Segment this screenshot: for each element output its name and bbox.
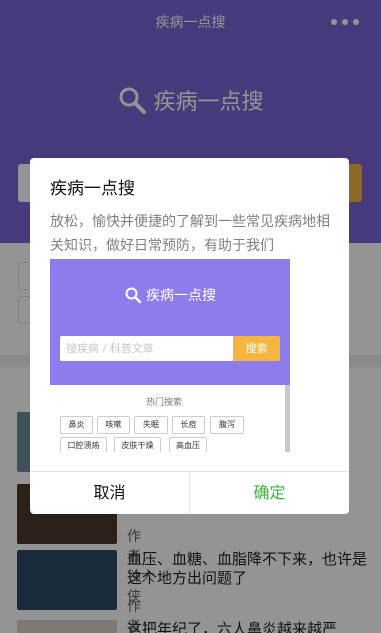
preview-tag: 咳嗽 <box>97 416 130 434</box>
preview-brand-text: 疾病一点搜 <box>146 288 216 304</box>
confirm-button[interactable]: 确定 <box>190 472 349 514</box>
preview-scrollbar <box>285 385 290 452</box>
preview-tag: 鼻炎 <box>60 416 93 434</box>
search-icon <box>125 287 142 304</box>
preview-tag: 皮肤干燥 <box>114 437 161 452</box>
preview-tag: 腹泻 <box>210 416 244 434</box>
modal-description: 放松，愉快并便捷的了解到一些常见疾病地相关知识，做好日常预防，有助于我们 <box>50 214 330 254</box>
preview-hero: 疾病一点搜 搜疾病 / 科普文章 搜索 <box>50 259 290 385</box>
app-preview-image: 疾病一点搜 搜疾病 / 科普文章 搜索 热门搜索 鼻炎 咳嗽 失眠 长痘 腹泻 … <box>50 259 290 452</box>
preview-brand: 疾病一点搜 <box>50 285 290 305</box>
preview-hot-title: 热门搜索 <box>145 398 182 408</box>
preview-tag: 口腔溃疡 <box>60 437 107 452</box>
preview-search-input: 搜疾病 / 科普文章 <box>60 336 233 361</box>
preview-tag: 高血压 <box>169 437 207 452</box>
share-modal: 疾病一点搜 放松，愉快并便捷的了解到一些常见疾病地相关知识，做好日常预防，有助于… <box>30 158 349 514</box>
modal-title: 疾病一点搜 <box>50 179 135 199</box>
preview-tag: 失眠 <box>134 416 168 434</box>
preview-tag: 长痘 <box>172 416 205 434</box>
preview-search-button: 搜索 <box>233 336 280 361</box>
modal-actions: 取消 确定 <box>30 471 349 514</box>
cancel-button[interactable]: 取消 <box>30 472 190 514</box>
